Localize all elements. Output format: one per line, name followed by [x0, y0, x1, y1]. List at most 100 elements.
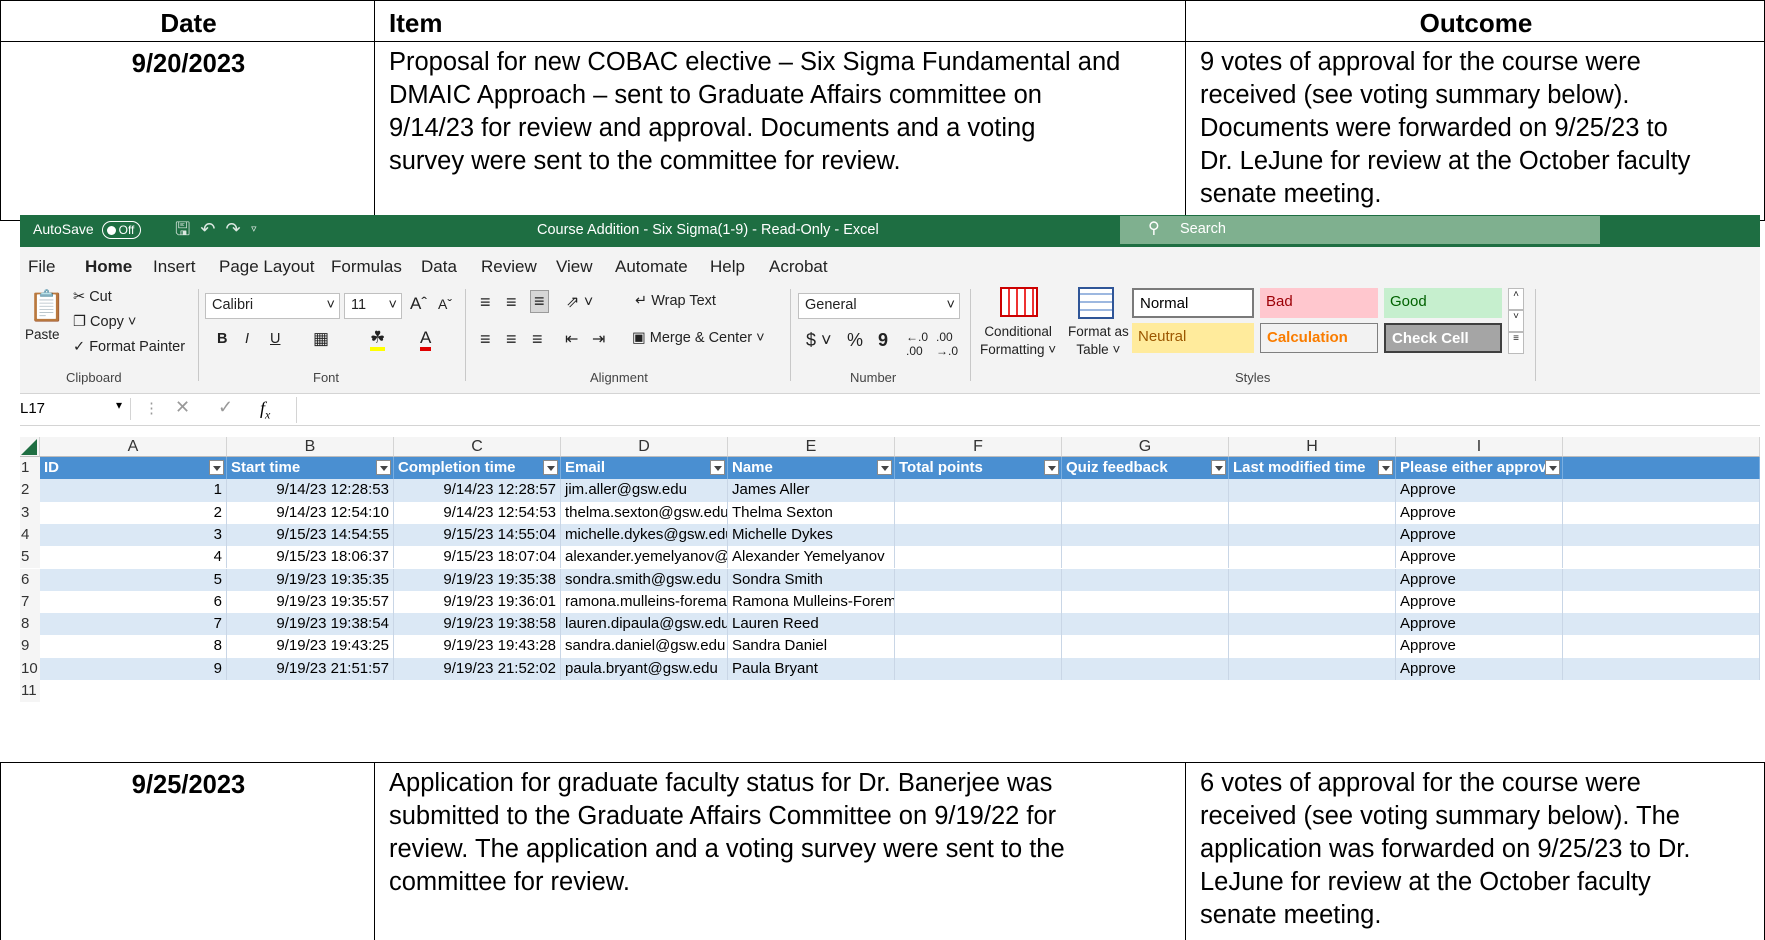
cell[interactable]	[1563, 657, 1760, 680]
cell[interactable]	[1062, 523, 1229, 547]
comma-style-button[interactable]: 9	[878, 330, 888, 351]
paste-icon[interactable]: 📋	[28, 289, 65, 324]
cell[interactable]	[1563, 546, 1760, 569]
cell[interactable]: 9/19/23 21:51:57	[227, 657, 394, 680]
cell[interactable]: alexander.yemelyanov@	[561, 546, 728, 569]
styles-scroll-down[interactable]: ˅	[1508, 310, 1524, 332]
cell[interactable]: Approve	[1396, 635, 1563, 658]
cell[interactable]	[895, 501, 1062, 524]
cell[interactable]: 9/14/23 12:54:53	[394, 501, 561, 524]
cell[interactable]: michelle.dykes@gsw.edu	[561, 523, 728, 547]
cell[interactable]	[1229, 501, 1396, 524]
undo-icon[interactable]: ↶	[200, 219, 225, 239]
column-header-cell[interactable]: Completion time	[394, 457, 561, 480]
cell[interactable]	[1229, 479, 1396, 502]
filter-dropdown-icon[interactable]	[1545, 460, 1560, 475]
cell[interactable]	[1062, 590, 1229, 614]
cell[interactable]	[1563, 568, 1760, 591]
align-bottom-icon[interactable]: ≡	[530, 290, 549, 313]
italic-icon[interactable]: I	[245, 331, 249, 347]
cell[interactable]	[895, 523, 1062, 547]
row-number[interactable]: 9	[20, 635, 40, 658]
orientation-icon[interactable]: ⇗ ˅	[566, 292, 593, 312]
cell[interactable]	[1563, 590, 1760, 614]
cut-button[interactable]: ✂ Cut	[73, 289, 112, 305]
font-name-select[interactable]: Calibri ˅	[205, 293, 340, 319]
cell[interactable]: 9	[40, 657, 227, 680]
cell[interactable]	[895, 590, 1062, 614]
cell[interactable]	[1229, 523, 1396, 547]
row-number[interactable]: 8	[20, 613, 40, 636]
cell[interactable]	[1563, 635, 1760, 658]
cell[interactable]	[1062, 501, 1229, 524]
cell[interactable]: 9/19/23 19:35:38	[394, 568, 561, 591]
cell[interactable]	[1229, 568, 1396, 591]
autosave-toggle[interactable]: AutoSave Off	[33, 221, 142, 239]
currency-button[interactable]: $ ˅	[806, 330, 832, 351]
cell[interactable]	[1229, 613, 1396, 636]
cell[interactable]: Sandra Daniel	[728, 635, 895, 658]
filter-dropdown-icon[interactable]	[209, 460, 224, 475]
cell[interactable]: 9/15/23 14:54:55	[227, 523, 394, 547]
search-box[interactable]: ⚲ Search	[1120, 216, 1600, 244]
align-middle-icon[interactable]: ≡	[506, 292, 517, 313]
cell[interactable]: 7	[40, 613, 227, 636]
row-number[interactable]: 3	[20, 501, 40, 524]
cell[interactable]: 9/19/23 19:38:54	[227, 613, 394, 636]
column-header-cell[interactable]: Quiz feedback	[1062, 457, 1229, 480]
underline-icon[interactable]: U	[270, 331, 280, 347]
decrease-decimal-icon[interactable]: .00 →.0	[936, 330, 958, 358]
name-box[interactable]: L17 ▾	[20, 398, 131, 420]
column-header-cell[interactable]: Last modified time	[1229, 457, 1396, 480]
autosave-switch[interactable]: Off	[101, 221, 142, 239]
column-header[interactable]: A	[40, 437, 227, 457]
column-header-cell[interactable]: Total points	[895, 457, 1062, 480]
paste-button[interactable]: Paste	[25, 327, 60, 342]
style-good[interactable]: Good	[1384, 288, 1502, 318]
conditional-formatting-icon[interactable]	[1000, 287, 1038, 317]
cell[interactable]: jim.aller@gsw.edu	[561, 479, 728, 502]
cell[interactable]: Alexander Yemelyanov	[728, 546, 895, 569]
cell[interactable]: 9/19/23 21:52:02	[394, 657, 561, 680]
cell[interactable]	[1062, 635, 1229, 658]
cell[interactable]: James Aller	[728, 479, 895, 502]
cell[interactable]	[895, 657, 1062, 680]
cell[interactable]: 9/15/23 18:06:37	[227, 546, 394, 569]
format-as-table-button[interactable]: Format as Table ˅	[1068, 323, 1129, 359]
cell[interactable]: lauren.dipaula@gsw.edu	[561, 613, 728, 636]
font-color-icon[interactable]: A	[420, 329, 432, 351]
row-number[interactable]: 6	[20, 568, 40, 591]
cell[interactable]: Approve	[1396, 568, 1563, 591]
cell[interactable]	[1062, 613, 1229, 636]
cell[interactable]	[1229, 590, 1396, 614]
cell[interactable]	[1229, 657, 1396, 680]
tab-acrobat[interactable]: Acrobat	[769, 257, 828, 277]
column-header[interactable]: B	[227, 437, 394, 457]
copy-button[interactable]: ❐ Copy ˅	[73, 314, 136, 330]
column-header[interactable]: D	[561, 437, 728, 457]
row-number[interactable]: 1	[20, 457, 40, 480]
cell[interactable]	[1563, 523, 1760, 547]
tab-page-layout[interactable]: Page Layout	[219, 257, 314, 277]
cell[interactable]: Approve	[1396, 501, 1563, 524]
cell[interactable]	[1062, 568, 1229, 591]
column-header-cell[interactable]: Name	[728, 457, 895, 480]
cell[interactable]: 9/15/23 18:07:04	[394, 546, 561, 569]
cell[interactable]	[1563, 457, 1760, 480]
cell[interactable]	[895, 479, 1062, 502]
cell[interactable]	[895, 613, 1062, 636]
bold-icon[interactable]: B	[217, 331, 227, 347]
cell[interactable]: paula.bryant@gsw.edu	[561, 657, 728, 680]
filter-dropdown-icon[interactable]	[710, 460, 725, 475]
cell[interactable]: Approve	[1396, 613, 1563, 636]
number-format-select[interactable]: General ˅	[798, 293, 960, 319]
style-bad[interactable]: Bad	[1260, 288, 1378, 318]
cell[interactable]: ramona.mulleins-forema	[561, 590, 728, 614]
insert-function-icon[interactable]: fx	[260, 398, 270, 423]
filter-dropdown-icon[interactable]	[1378, 460, 1393, 475]
cancel-icon[interactable]: ✕	[175, 397, 190, 418]
tab-review[interactable]: Review	[481, 257, 537, 277]
align-left-icon[interactable]: ≡	[480, 329, 491, 350]
cell[interactable]	[1062, 546, 1229, 569]
column-header-cell[interactable]: Email	[561, 457, 728, 480]
